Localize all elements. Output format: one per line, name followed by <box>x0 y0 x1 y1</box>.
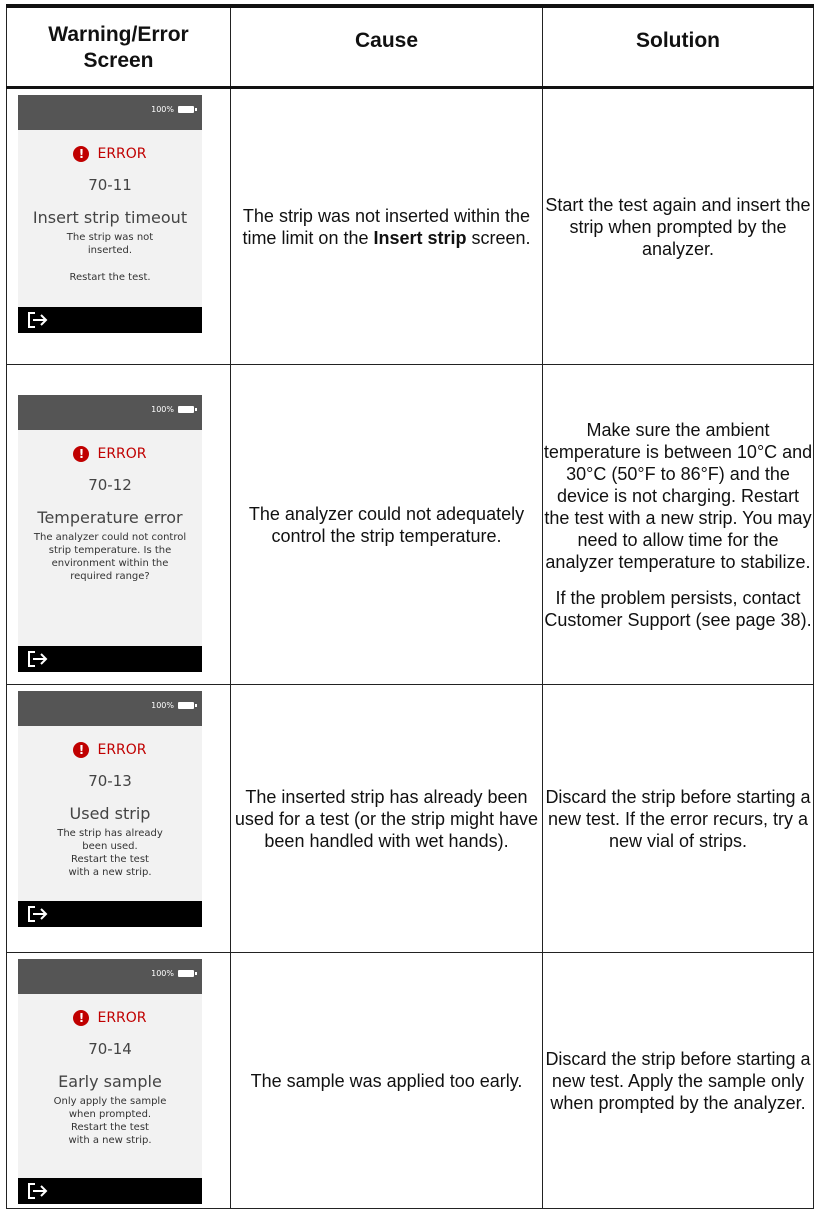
error-title: Insert strip timeout <box>32 208 188 227</box>
error-message: Only apply the sample when prompted. <box>53 1096 167 1120</box>
error-header: ! ERROR <box>18 146 202 162</box>
error-header: ! ERROR <box>18 742 202 758</box>
exit-arrow-icon[interactable] <box>28 651 50 667</box>
bottom-bar <box>18 1178 202 1204</box>
error-title: Temperature error <box>37 508 183 527</box>
error-label: ERROR <box>97 1010 147 1026</box>
table-row: 100% ! ERROR 70-13 Used strip The strip … <box>6 684 814 953</box>
header-solution: Solution <box>542 4 814 89</box>
solution-text: If the problem persists, contact Custome… <box>544 587 812 630</box>
screen-cell: 100% ! ERROR 70-13 Used strip The strip … <box>6 684 231 953</box>
cause-text-end: screen. <box>466 227 531 248</box>
screen-cell: 100% ! ERROR 70-14 Early sample Only app… <box>6 952 231 1209</box>
solution-text: Discard the strip before starting a new … <box>545 1048 811 1113</box>
error-code: 70-14 <box>88 1040 132 1058</box>
error-table: Warning/Error Screen Cause Solution 100% <box>6 4 814 1209</box>
cause-bold: Insert strip <box>373 227 467 248</box>
screen-cell: 100% ! ERROR 70-11 Insert strip timeout … <box>6 87 231 365</box>
error-header: ! ERROR <box>18 446 202 462</box>
battery-icon <box>178 970 197 977</box>
error-label: ERROR <box>97 146 147 162</box>
device-screen: 100% ! ERROR 70-14 Early sample Only app… <box>18 959 202 1204</box>
bottom-bar <box>18 307 202 333</box>
exit-arrow-icon[interactable] <box>28 1183 50 1199</box>
error-label: ERROR <box>97 742 147 758</box>
exclamation-circle-icon: ! <box>73 446 90 462</box>
device-screen: 100% ! ERROR 70-12 Temperature error The… <box>18 395 202 672</box>
cause-cell: The inserted strip has already been used… <box>230 684 543 953</box>
error-message: The analyzer could not control strip tem… <box>33 532 187 582</box>
device-screen: 100% ! ERROR 70-11 Insert strip timeout … <box>18 95 202 333</box>
error-title: Used strip <box>69 804 151 823</box>
error-code: 70-13 <box>88 772 132 790</box>
header-screen: Warning/Error Screen <box>6 4 231 89</box>
battery-icon <box>178 406 197 413</box>
cause-cell: The sample was applied too early. <box>230 952 543 1209</box>
screen-cell: 100% ! ERROR 70-12 Temperature error The… <box>6 364 231 685</box>
table-row: 100% ! ERROR 70-14 Early sample Only app… <box>6 952 814 1209</box>
battery-percent: 100% <box>151 969 174 978</box>
error-label: ERROR <box>97 446 147 462</box>
error-instruction: Restart the test with a new strip. <box>68 1122 152 1146</box>
solution-text: Discard the strip before starting a new … <box>545 786 811 851</box>
table-row: 100% ! ERROR 70-12 Temperature error The… <box>6 364 814 685</box>
status-bar: 100% <box>18 395 202 430</box>
status-bar: 100% <box>18 691 202 726</box>
header-row: Warning/Error Screen Cause Solution <box>6 4 814 89</box>
cause-cell: The strip was not inserted within the ti… <box>230 87 543 365</box>
bottom-bar <box>18 646 202 672</box>
error-instruction: Restart the test. <box>69 272 151 283</box>
error-code: 70-11 <box>88 176 132 194</box>
battery-indicator: 100% <box>151 701 197 710</box>
error-instruction: Restart the test with a new strip. <box>68 854 152 878</box>
solution-cell: Start the test again and insert the stri… <box>542 87 814 365</box>
solution-text: Make sure the ambient temperature is bet… <box>543 419 813 572</box>
exit-arrow-icon[interactable] <box>28 906 50 922</box>
battery-indicator: 100% <box>151 405 197 414</box>
battery-indicator: 100% <box>151 105 197 114</box>
battery-icon <box>178 702 197 709</box>
battery-indicator: 100% <box>151 969 197 978</box>
status-bar: 100% <box>18 959 202 994</box>
exclamation-circle-icon: ! <box>73 742 90 758</box>
error-message: The strip has already been used. <box>57 828 163 852</box>
battery-percent: 100% <box>151 405 174 414</box>
exit-arrow-icon[interactable] <box>28 312 50 328</box>
error-code: 70-12 <box>88 476 132 494</box>
bottom-bar <box>18 901 202 927</box>
cause-cell: The analyzer could not adequately contro… <box>230 364 543 685</box>
exclamation-circle-icon: ! <box>73 146 90 162</box>
solution-cell: Make sure the ambient temperature is bet… <box>542 364 814 685</box>
device-screen: 100% ! ERROR 70-13 Used strip The strip … <box>18 691 202 927</box>
error-header: ! ERROR <box>18 1010 202 1026</box>
solution-cell: Discard the strip before starting a new … <box>542 684 814 953</box>
solution-cell: Discard the strip before starting a new … <box>542 952 814 1209</box>
table-row: 100% ! ERROR 70-11 Insert strip timeout … <box>6 87 814 365</box>
battery-percent: 100% <box>151 105 174 114</box>
battery-percent: 100% <box>151 701 174 710</box>
error-title: Early sample <box>58 1072 162 1091</box>
status-bar: 100% <box>18 95 202 130</box>
battery-icon <box>178 106 197 113</box>
solution-text: Start the test again and insert the stri… <box>545 194 811 259</box>
error-message: The strip was not inserted. <box>66 232 154 256</box>
header-cause: Cause <box>230 4 543 89</box>
exclamation-circle-icon: ! <box>73 1010 90 1026</box>
